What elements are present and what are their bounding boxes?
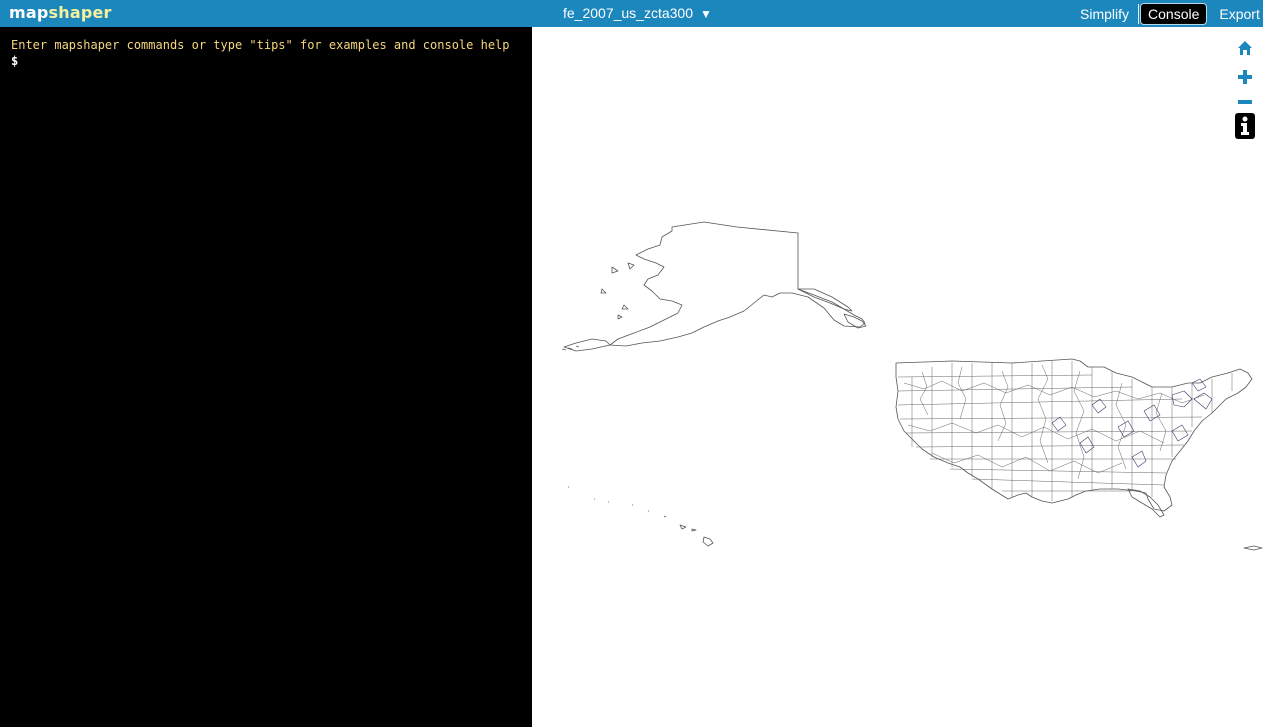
app-logo: mapshaper	[9, 3, 112, 22]
layer-selector[interactable]: fe_2007_us_zcta300 ▼	[563, 5, 712, 21]
alaska-shape	[609, 221, 866, 347]
console-prompt[interactable]: $	[11, 54, 18, 68]
zoom-in-button[interactable]	[1235, 67, 1255, 87]
caret-down-icon: ▼	[700, 7, 712, 21]
zoom-out-button[interactable]	[1235, 92, 1255, 112]
hawaii-main	[702, 536, 714, 547]
zcta-boundaries	[897, 361, 1233, 501]
console-button[interactable]: Console	[1140, 2, 1208, 25]
layer-name-label: fe_2007_us_zcta300	[563, 5, 693, 21]
map-panel[interactable]	[532, 27, 1263, 727]
main-menu: Simplify Console Export	[1072, 0, 1263, 27]
info-icon	[1235, 113, 1255, 139]
logo-text-map: map	[9, 3, 49, 22]
contiguous-us-outline	[895, 358, 1253, 512]
alaska-peninsula	[563, 338, 611, 352]
simplify-button[interactable]: Simplify	[1072, 3, 1137, 25]
home-icon	[1238, 41, 1252, 55]
top-bar: mapshaper fe_2007_us_zcta300 ▼ Simplify C…	[0, 0, 1263, 27]
home-button[interactable]	[1235, 38, 1255, 58]
console-message: Enter mapshaper commands or type "tips" …	[11, 38, 510, 52]
console-panel[interactable]: Enter mapshaper commands or type "tips" …	[0, 27, 532, 727]
puerto-rico-shape	[1243, 545, 1263, 551]
zoom-in-icon	[1238, 70, 1252, 84]
menu-divider	[1138, 3, 1140, 24]
logo-text-shaper: shaper	[48, 3, 112, 22]
hawaii-islands	[568, 486, 697, 532]
alaska-islands	[600, 262, 635, 320]
map-canvas[interactable]	[532, 27, 1263, 727]
info-button[interactable]	[1235, 113, 1255, 139]
export-button[interactable]: Export	[1211, 3, 1263, 25]
zoom-out-icon	[1238, 100, 1252, 104]
